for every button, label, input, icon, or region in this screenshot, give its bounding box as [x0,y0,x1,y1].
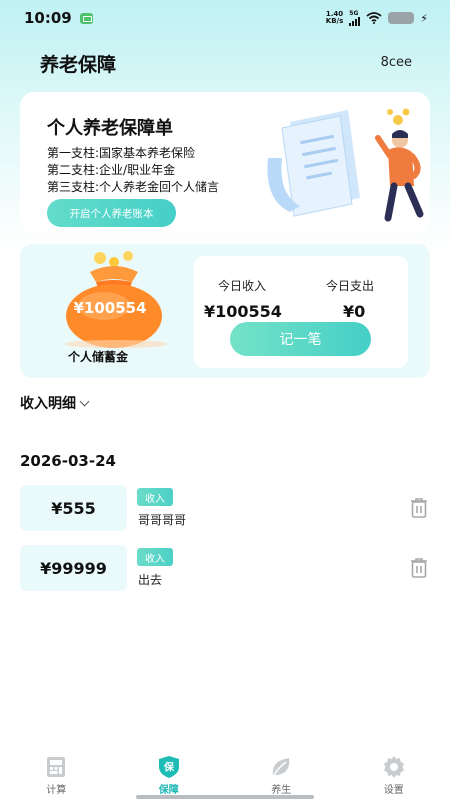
pillar-line-2: 第二支柱:企业/职业年金 [47,163,176,177]
date-heading: 2026-03-24 [20,452,116,470]
tab-label: 设置 [383,785,404,796]
pillar-line-3: 第三支柱:个人养老金回个人储言 [47,180,220,194]
document-person-illustration [267,108,424,222]
today-income-value: ¥100554 [204,302,282,321]
today-income-label: 今日收入 [218,279,267,293]
income-details-dropdown[interactable]: 收入明细 [20,393,90,413]
leaf-icon [273,758,290,776]
open-pension-ledger-button[interactable]: 开启个人养老账本 [47,199,176,227]
tab-calculate[interactable]: 计算 [0,750,113,800]
pillar-line-1: 第一支柱:国家基本养老保险 [47,146,196,160]
bottom-tab-bar: 计算 保 保障 养生 设置 [0,750,450,800]
banner-title: 个人养老保障单 [47,118,173,139]
pension-banner-card: 个人养老保障单 第一支柱:国家基本养老保险 第二支柱:企业/职业年金 第三支柱:… [20,92,430,234]
header-user-id[interactable]: 8cee [381,55,412,70]
status-bar: 10:09 1.40 KB/s 5G ⚡ [0,0,450,36]
battery-icon [388,12,415,24]
savings-label: 个人储蓄金 [68,350,129,364]
page-title: 养老保障 [40,54,117,76]
gear-icon [383,756,404,778]
trash-icon[interactable] [409,557,429,579]
entry-note: 出去 [138,573,163,587]
entry-type-badge: 收入 [137,548,173,566]
chevron-down-icon [79,396,90,406]
tab-label: 保障 [158,785,179,796]
entry-type-badge: 收入 [137,488,173,506]
entry-amount: ¥555 [20,485,127,531]
charging-icon: ⚡ [420,11,428,25]
savings-card: ¥100554 个人储蓄金 今日收入 ¥100554 今日支出 ¥0 记一笔 [20,244,430,378]
list-item[interactable]: ¥555 收入 哥哥哥哥 [20,485,440,531]
status-time: 10:09 [24,9,72,27]
tab-wellness[interactable]: 养生 [225,750,338,800]
income-details-title: 收入明细 [20,396,76,412]
today-expense-value: ¥0 [343,302,366,321]
entry-amount: ¥99999 [20,545,127,591]
network-speed-unit: KB/s [325,17,344,25]
app-notification-icon [79,12,93,24]
wifi-icon [366,12,382,24]
entry-note: 哥哥哥哥 [138,513,187,527]
pillar-list: 第一支柱:国家基本养老保险 第二支柱:企业/职业年金 第三支柱:个人养老金回个人… [47,145,219,196]
today-summary-card: 今日收入 ¥100554 今日支出 ¥0 记一笔 [194,256,408,368]
today-expense-label: 今日支出 [326,279,375,293]
network-speed: 1.40 KB/s [326,11,343,25]
calculator-icon [47,757,66,777]
shield-icon: 保 [158,756,179,778]
savings-amount: ¥100554 [73,299,147,317]
home-indicator [136,795,314,799]
trash-icon[interactable] [409,497,429,519]
cellular-signal-icon: 5G [349,10,361,26]
tab-label: 养生 [271,785,292,796]
tab-settings[interactable]: 设置 [338,750,450,800]
status-indicators: 1.40 KB/s 5G ⚡ [326,10,428,26]
list-item[interactable]: ¥99999 收入 出去 [20,545,440,591]
record-entry-button[interactable]: 记一笔 [230,322,371,356]
tab-label: 计算 [46,785,67,796]
svg-text:保: 保 [163,761,175,774]
tab-protection[interactable]: 保 保障 [113,750,226,800]
